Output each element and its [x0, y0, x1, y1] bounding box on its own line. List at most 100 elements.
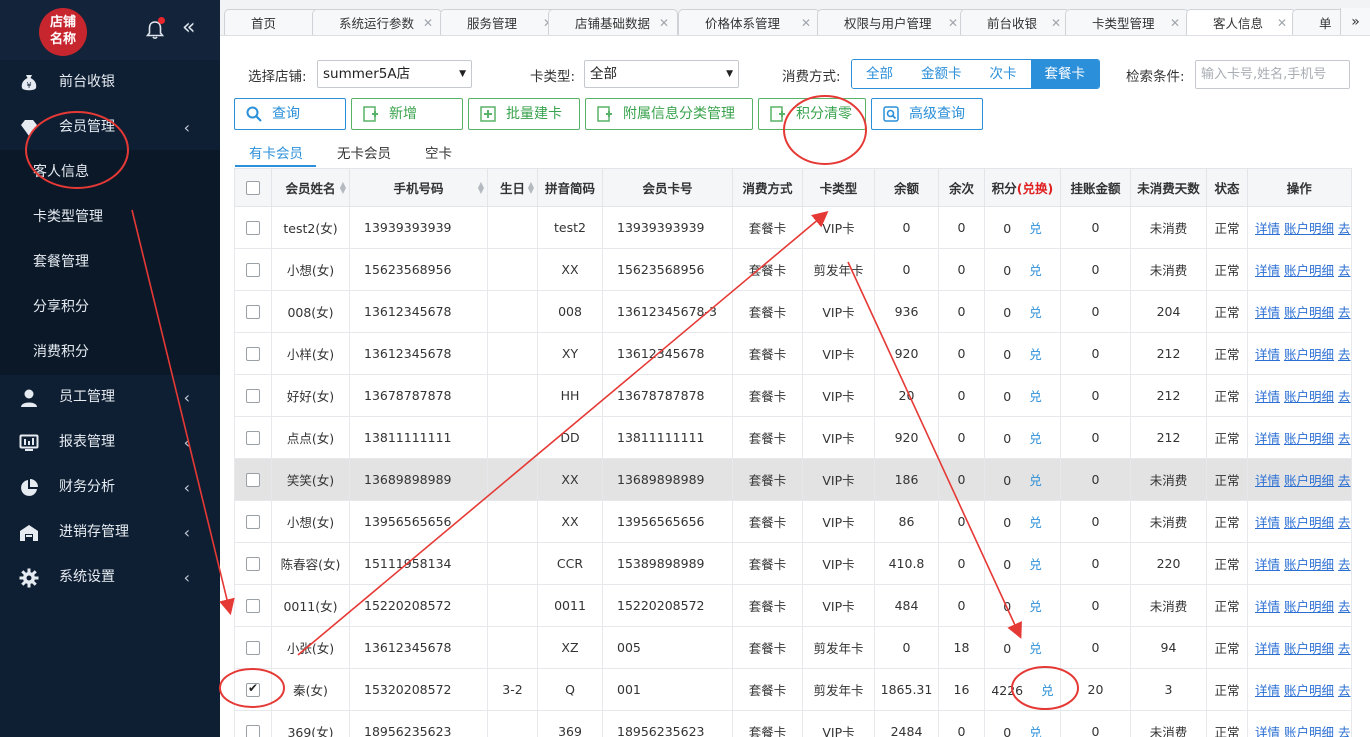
- tab-guest-info[interactable]: 客人信息 ✕: [1186, 9, 1296, 35]
- exchange-points-link[interactable]: 兑: [1029, 221, 1042, 236]
- cardtype-select[interactable]: 全部 ▼: [584, 60, 739, 88]
- sidebar-item-finance[interactable]: 财务分析 ‹: [0, 465, 220, 510]
- account-detail-link[interactable]: 账户明细: [1284, 641, 1334, 656]
- exchange-points-link[interactable]: 兑: [1029, 263, 1042, 278]
- details-link[interactable]: 详情: [1255, 599, 1280, 614]
- pay-option-package[interactable]: 套餐卡: [1030, 60, 1099, 88]
- more-link[interactable]: 去: [1338, 725, 1350, 737]
- exchange-points-link[interactable]: 兑: [1029, 389, 1042, 404]
- more-link[interactable]: 去: [1338, 599, 1350, 614]
- add-button[interactable]: 新增: [351, 98, 463, 130]
- select-all-checkbox[interactable]: [246, 181, 260, 196]
- account-detail-link[interactable]: 账户明细: [1284, 557, 1334, 572]
- pay-option-all[interactable]: 全部: [852, 60, 907, 88]
- table-row[interactable]: 小想(女) 13956565656 XX 13956565656 套餐卡 VIP卡 86 0 0…: [234, 500, 1352, 543]
- more-link[interactable]: 去: [1338, 305, 1350, 320]
- more-link[interactable]: 去: [1338, 221, 1350, 236]
- tab-store-data[interactable]: 店铺基础数据 ✕: [548, 9, 678, 35]
- details-link[interactable]: 详情: [1255, 221, 1280, 236]
- sidebar-subitem-spend-points[interactable]: 消费积分: [0, 330, 220, 375]
- details-link[interactable]: 详情: [1255, 431, 1280, 446]
- account-detail-link[interactable]: 账户明细: [1284, 263, 1334, 278]
- details-link[interactable]: 详情: [1255, 557, 1280, 572]
- account-detail-link[interactable]: 账户明细: [1284, 305, 1334, 320]
- tab-permissions[interactable]: 权限与用户管理 ✕: [817, 9, 967, 35]
- table-row[interactable]: 点点(女) 13811111111 DD 13811111111 套餐卡 VIP卡 920 0…: [234, 416, 1352, 459]
- subtab-with-card[interactable]: 有卡会员: [249, 142, 303, 162]
- table-row[interactable]: 369(女) 18956235623 369 18956235623 套餐卡 VIP卡 24…: [234, 710, 1352, 737]
- table-row[interactable]: 小想(女) 15623568956 XX 15623568956 套餐卡 剪发年卡 0 0 0 兑…: [234, 248, 1352, 291]
- row-checkbox[interactable]: [246, 389, 260, 404]
- account-detail-link[interactable]: 账户明细: [1284, 221, 1334, 236]
- sidebar-item-settings[interactable]: 系统设置 ‹: [0, 555, 220, 600]
- sidebar-subitem-share-points[interactable]: 分享积分: [0, 285, 220, 330]
- row-checkbox[interactable]: [246, 641, 260, 656]
- table-row[interactable]: 好好(女) 13678787878 HH 13678787878 套餐卡 VIP卡 20 0 0…: [234, 374, 1352, 417]
- account-detail-link[interactable]: 账户明细: [1284, 725, 1334, 737]
- account-detail-link[interactable]: 账户明细: [1284, 599, 1334, 614]
- tab-scroll-right-icon[interactable]: »: [1340, 8, 1370, 35]
- exchange-points-link[interactable]: 兑: [1029, 473, 1042, 488]
- pay-option-amount[interactable]: 金额卡: [907, 60, 976, 88]
- subtab-without-card[interactable]: 无卡会员: [337, 142, 391, 162]
- row-checkbox[interactable]: [246, 725, 260, 737]
- more-link[interactable]: 去: [1338, 515, 1350, 530]
- row-checkbox[interactable]: [246, 681, 260, 698]
- exchange-points-link[interactable]: 兑: [1029, 599, 1042, 614]
- tab-system-params[interactable]: 系统运行参数 ✕: [312, 9, 442, 35]
- sidebar-item-reports[interactable]: 报表管理 ‹: [0, 420, 220, 465]
- tab-cashier[interactable]: 前台收银 ✕: [960, 9, 1070, 35]
- table-row[interactable]: 小张(女) 13612345678 XZ 005 套餐卡 剪发年卡 0 18 0 兑 0 94 正常 详情…: [234, 626, 1352, 669]
- details-link[interactable]: 详情: [1255, 473, 1280, 488]
- exchange-points-link[interactable]: 兑: [1029, 641, 1042, 656]
- col-name[interactable]: 会员姓名 ▲ ▼: [271, 168, 350, 207]
- table-row[interactable]: 0011(女) 15220208572 0011 15220208572 套餐卡 VIP卡…: [234, 584, 1352, 627]
- more-link[interactable]: 去: [1338, 683, 1350, 698]
- details-link[interactable]: 详情: [1255, 305, 1280, 320]
- tab-service[interactable]: 服务管理✕: [440, 9, 562, 35]
- more-link[interactable]: 去: [1338, 557, 1350, 572]
- account-detail-link[interactable]: 账户明细: [1284, 431, 1334, 446]
- batch-create-button[interactable]: 批量建卡: [468, 98, 580, 130]
- account-detail-link[interactable]: 账户明细: [1284, 389, 1334, 404]
- row-checkbox[interactable]: [246, 431, 260, 446]
- close-icon[interactable]: ✕: [1277, 10, 1287, 35]
- row-checkbox[interactable]: [246, 473, 260, 488]
- more-link[interactable]: 去: [1338, 641, 1350, 656]
- row-checkbox[interactable]: [246, 347, 260, 362]
- row-checkbox[interactable]: [246, 305, 260, 320]
- details-link[interactable]: 详情: [1255, 641, 1280, 656]
- more-link[interactable]: 去: [1338, 389, 1350, 404]
- more-link[interactable]: 去: [1338, 347, 1350, 362]
- table-row[interactable]: 秦(女)153202085723-2Q001套餐卡剪发年卡1865.311642…: [234, 668, 1352, 711]
- details-link[interactable]: 详情: [1255, 347, 1280, 362]
- extra-info-category-button[interactable]: 附属信息分类管理: [585, 98, 753, 130]
- details-link[interactable]: 详情: [1255, 263, 1280, 278]
- table-row[interactable]: 小样(女) 13612345678 XY 13612345678 套餐卡 VIP卡 920 0…: [234, 332, 1352, 375]
- row-checkbox[interactable]: [246, 221, 260, 236]
- search-input[interactable]: [1195, 60, 1350, 89]
- advanced-query-button[interactable]: 高级查询: [871, 98, 983, 130]
- table-row[interactable]: 008(女) 13612345678 008 13612345678-3 套餐卡 VIP卡…: [234, 290, 1352, 333]
- account-detail-link[interactable]: 账户明细: [1284, 473, 1334, 488]
- account-detail-link[interactable]: 账户明细: [1284, 683, 1334, 698]
- details-link[interactable]: 详情: [1255, 389, 1280, 404]
- exchange-points-link[interactable]: 兑: [1029, 305, 1042, 320]
- table-row[interactable]: test2(女) 13939393939 test2 13939393939 套餐卡 VI…: [234, 206, 1352, 249]
- account-detail-link[interactable]: 账户明细: [1284, 515, 1334, 530]
- exchange-points-link[interactable]: 兑: [1029, 347, 1042, 362]
- table-row[interactable]: 陈春容(女) 15111958134 CCR 15389898989 套餐卡 VIP卡 41…: [234, 542, 1352, 585]
- sidebar-item-inventory[interactable]: 进销存管理 ‹: [0, 510, 220, 555]
- close-icon[interactable]: ✕: [659, 10, 669, 35]
- details-link[interactable]: 详情: [1255, 683, 1280, 698]
- tab-card-types[interactable]: 卡类型管理 ✕: [1065, 9, 1189, 35]
- details-link[interactable]: 详情: [1255, 515, 1280, 530]
- exchange-points-link[interactable]: 兑: [1029, 557, 1042, 572]
- row-checkbox[interactable]: [246, 263, 260, 278]
- subtab-empty-card[interactable]: 空卡: [425, 142, 452, 162]
- close-icon[interactable]: ✕: [423, 10, 433, 35]
- sidebar-item-staff[interactable]: 员工管理 ‹: [0, 375, 220, 420]
- more-link[interactable]: 去: [1338, 431, 1350, 446]
- exchange-points-link[interactable]: 兑: [1041, 683, 1054, 698]
- pay-option-times[interactable]: 次卡: [975, 60, 1031, 88]
